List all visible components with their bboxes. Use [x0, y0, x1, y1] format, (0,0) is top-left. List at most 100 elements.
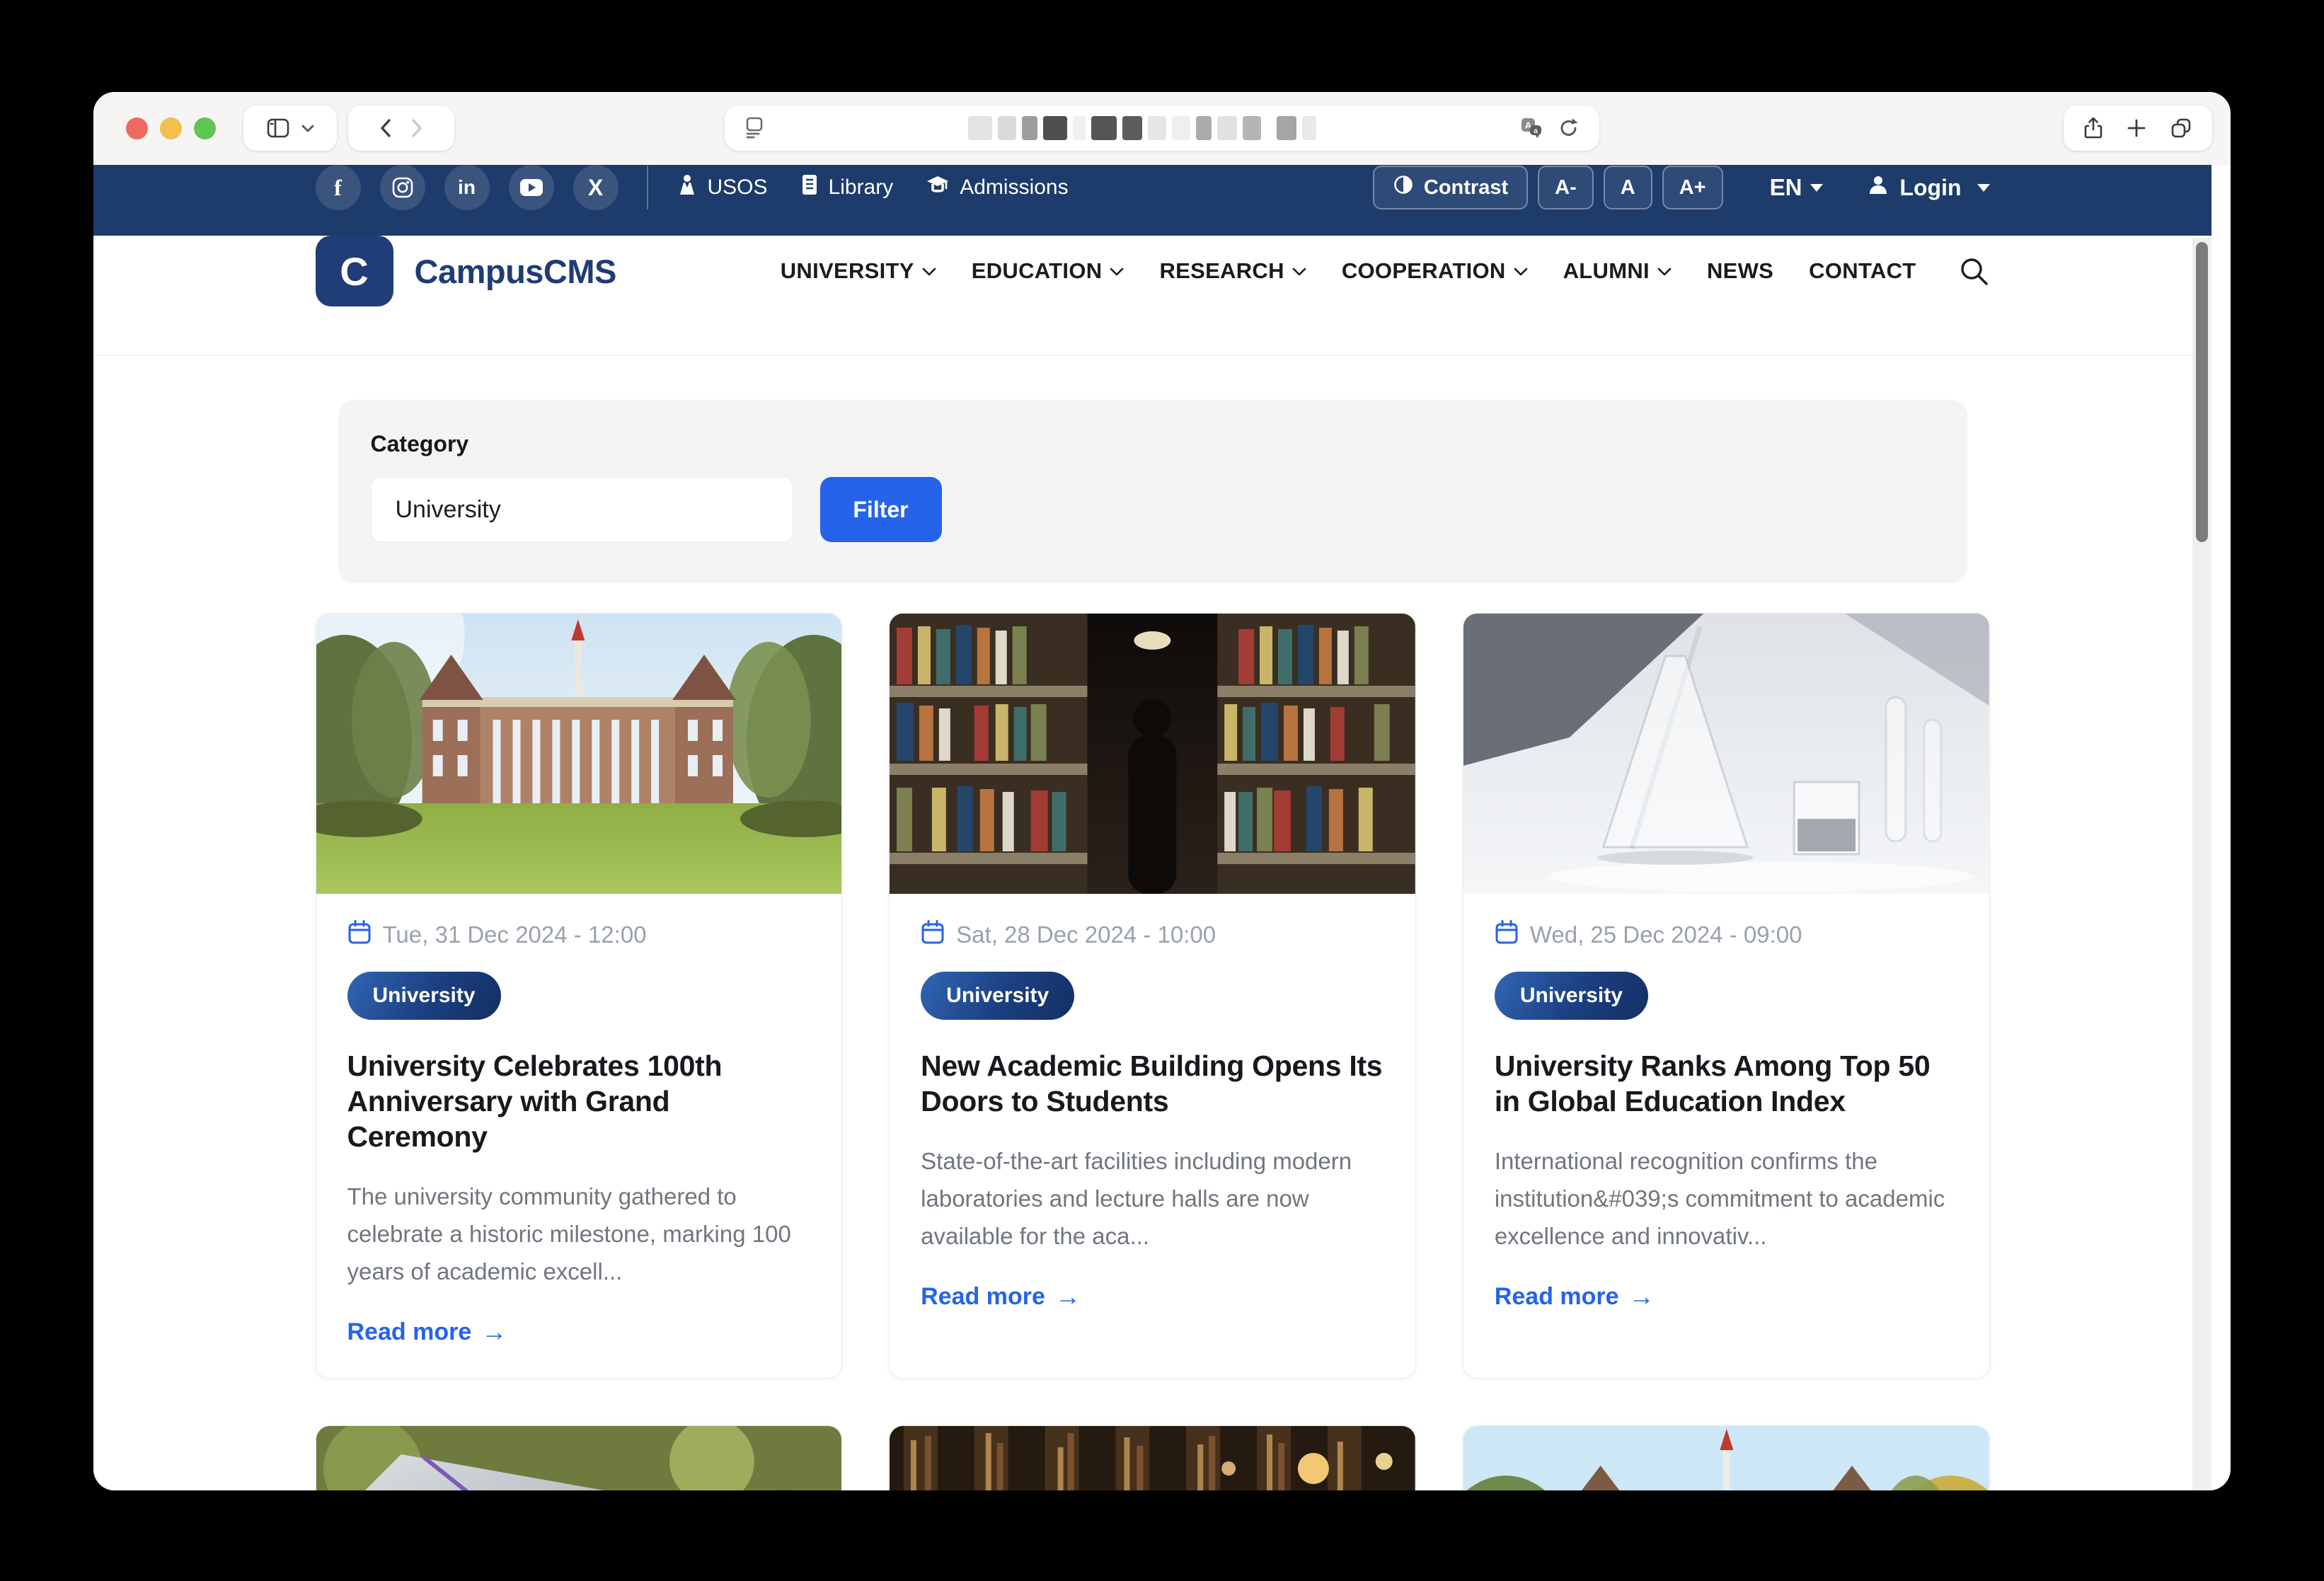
article-date: Sat, 28 Dec 2024 - 10:00 [956, 921, 1216, 948]
category-badge[interactable]: University [347, 972, 501, 1020]
back-icon[interactable] [379, 118, 392, 138]
library-icon [800, 173, 819, 202]
minimize-button[interactable] [160, 117, 182, 139]
article-image-campus-towers [1463, 1426, 1989, 1490]
search-icon[interactable] [1957, 255, 1990, 287]
sidebar-icon[interactable] [266, 117, 290, 139]
share-icon[interactable] [2083, 117, 2103, 139]
article-excerpt: The university community gathered to cel… [347, 1178, 811, 1290]
nav-item-news[interactable]: NEWS [1707, 258, 1773, 284]
admissions-icon [926, 173, 950, 202]
site-brand[interactable]: CampusCMS [415, 252, 616, 291]
language-selector[interactable]: EN [1770, 174, 1824, 201]
login-menu[interactable]: Login [1867, 173, 1989, 202]
category-label: Category [371, 431, 1935, 457]
zoom-button[interactable] [194, 117, 216, 139]
close-button[interactable] [126, 117, 148, 139]
new-tab-icon[interactable] [2127, 119, 2146, 137]
browser-window: Aa f [93, 92, 2231, 1490]
read-more-link[interactable]: Read more → [1495, 1282, 1958, 1311]
address-bar[interactable]: Aa [725, 105, 1599, 151]
chevron-down-icon[interactable] [301, 124, 314, 133]
article-card: Tue, 31 Dec 2024 - 12:00 University Univ… [316, 613, 843, 1379]
arrow-right-icon: → [1055, 1282, 1081, 1311]
font-larger-button[interactable]: A+ [1662, 166, 1723, 209]
chevron-down-icon [922, 267, 936, 276]
forward-icon[interactable] [410, 118, 423, 138]
article-image-campus [316, 614, 842, 894]
article-date: Wed, 25 Dec 2024 - 09:00 [1530, 921, 1802, 948]
nav-item-education[interactable]: EDUCATION [972, 258, 1124, 284]
nav-item-research[interactable]: RESEARCH [1159, 258, 1306, 284]
redacted-url [764, 116, 1520, 140]
article-title[interactable]: University Celebrates 100th Anniversary … [347, 1048, 811, 1154]
category-input[interactable]: University [371, 477, 793, 542]
tab-overview-icon[interactable] [2170, 117, 2192, 139]
caret-down-icon [1810, 184, 1823, 192]
article-card [316, 1425, 843, 1490]
window-controls [126, 117, 216, 139]
read-more-link[interactable]: Read more → [921, 1282, 1384, 1311]
usos-label: USOS [708, 176, 768, 200]
x-icon[interactable]: X [573, 165, 619, 210]
article-card [889, 1425, 1416, 1490]
admissions-label: Admissions [960, 176, 1068, 200]
language-label: EN [1770, 174, 1802, 201]
site-logo[interactable]: C [316, 236, 393, 306]
article-image-library-aisle [890, 614, 1415, 894]
arrow-right-icon: → [1629, 1282, 1655, 1311]
toolbar-actions-group [2064, 105, 2212, 151]
topbar-divider [647, 166, 648, 209]
font-normal-button[interactable]: A [1604, 166, 1652, 209]
chevron-down-icon [1657, 267, 1672, 276]
scrollbar-thumb[interactable] [2196, 242, 2208, 542]
scrollbar-track[interactable] [2192, 238, 2211, 1490]
admissions-link[interactable]: Admissions [926, 173, 1068, 202]
article-title[interactable]: New Academic Building Opens Its Doors to… [921, 1048, 1384, 1119]
font-smaller-button[interactable]: A- [1538, 166, 1594, 209]
nav-item-alumni[interactable]: ALUMNI [1563, 258, 1672, 284]
article-excerpt: State-of-the-art facilities including mo… [921, 1143, 1384, 1255]
category-badge[interactable]: University [921, 972, 1074, 1020]
reload-icon[interactable] [1558, 117, 1580, 139]
library-label: Library [829, 176, 894, 200]
library-link[interactable]: Library [800, 173, 894, 202]
youtube-icon[interactable] [509, 165, 554, 210]
nav-item-university[interactable]: UNIVERSITY [781, 258, 936, 284]
social-links: f in X [316, 165, 619, 210]
caret-down-icon [1977, 184, 1990, 192]
browser-toolbar: Aa [93, 92, 2231, 165]
category-badge[interactable]: University [1495, 972, 1648, 1020]
usos-link[interactable]: USOS [677, 173, 768, 202]
page-content: f in X USOS [93, 165, 2211, 1490]
read-more-link[interactable]: Read more → [347, 1317, 811, 1347]
contrast-icon [1393, 174, 1414, 201]
chevron-down-icon [1514, 267, 1528, 276]
articles-grid: Tue, 31 Dec 2024 - 12:00 University Univ… [316, 613, 1990, 1379]
sidebar-toggle-group [243, 105, 337, 151]
nav-item-contact[interactable]: CONTACT [1809, 258, 1916, 284]
articles-grid-row2 [316, 1425, 1990, 1490]
quick-links: USOS Library Admissions [677, 173, 1069, 202]
article-title[interactable]: University Ranks Among Top 50 in Global … [1495, 1048, 1958, 1119]
article-card: Wed, 25 Dec 2024 - 09:00 University Univ… [1463, 613, 1990, 1379]
main-menu: UNIVERSITY EDUCATION RESEARCH COOPERATIO… [781, 258, 1916, 284]
nav-item-cooperation[interactable]: COOPERATION [1342, 258, 1528, 284]
usos-icon [677, 173, 698, 202]
calendar-icon [347, 919, 372, 950]
article-image-lab-glassware [1463, 614, 1989, 894]
reader-icon[interactable] [744, 116, 764, 140]
filter-button[interactable]: Filter [820, 477, 942, 542]
facebook-icon[interactable]: f [316, 165, 361, 210]
user-icon [1867, 173, 1889, 202]
main-navbar: C CampusCMS UNIVERSITY EDUCATION RESEARC… [93, 236, 2211, 356]
utility-topbar: f in X USOS [93, 165, 2211, 236]
instagram-icon[interactable] [380, 165, 425, 210]
translate-icon[interactable]: Aa [1520, 117, 1543, 139]
contrast-button[interactable]: Contrast [1373, 166, 1528, 209]
linkedin-icon[interactable]: in [444, 165, 490, 210]
chevron-down-icon [1292, 267, 1306, 276]
login-label: Login [1899, 175, 1961, 201]
svg-text:a: a [1534, 127, 1538, 135]
calendar-icon [921, 919, 945, 950]
